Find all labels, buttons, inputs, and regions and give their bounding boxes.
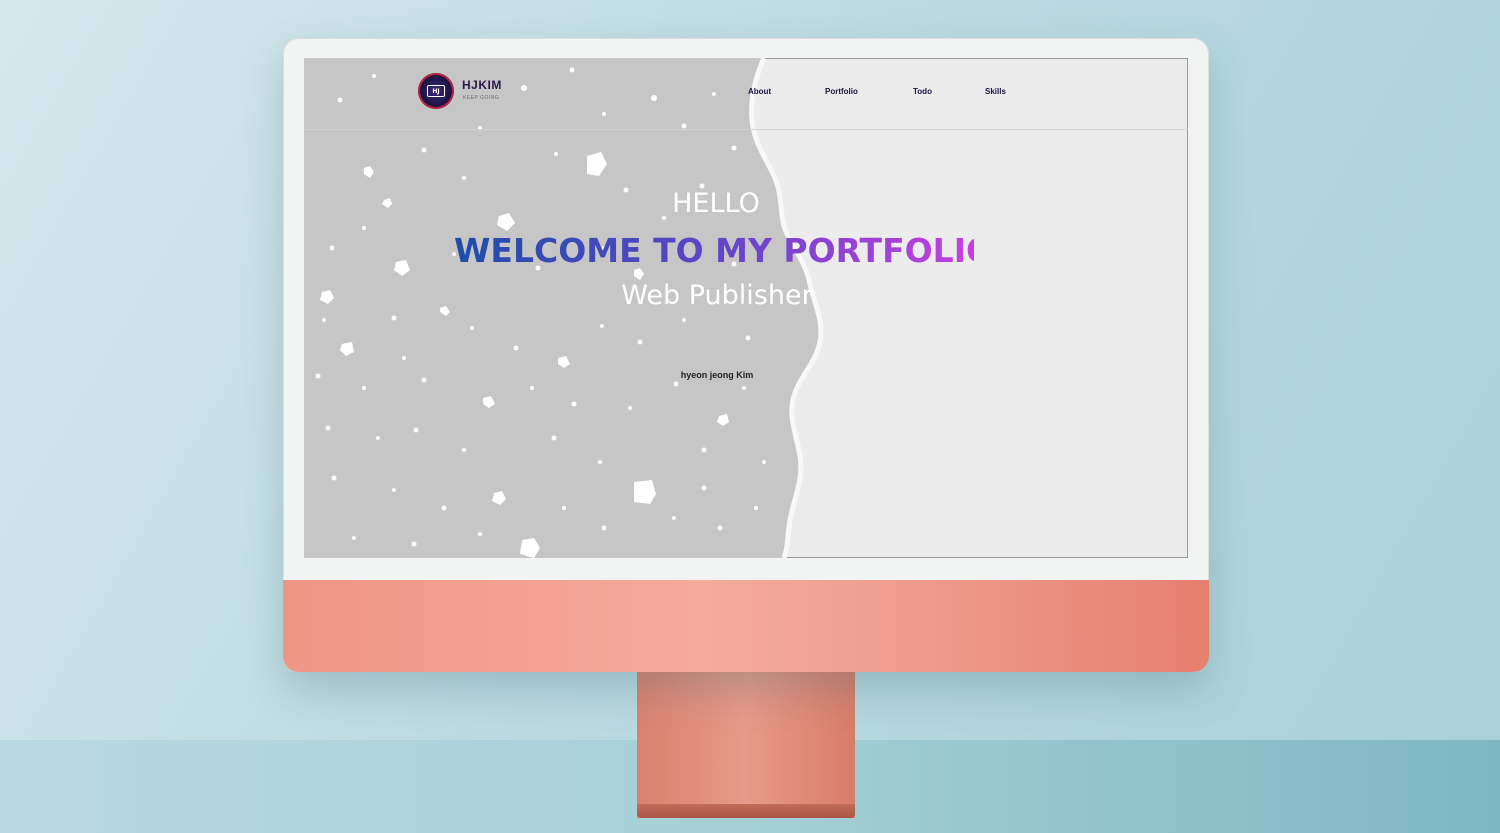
site-header: HJ HJKIM KEEP GOING About Portfolio Todo…	[304, 58, 1188, 130]
hero-greeting: HELLO	[672, 188, 760, 219]
hero-headline: WELCOME TO MY PORTFOLIO	[454, 231, 995, 270]
hero-role: Web Publisher	[621, 280, 813, 311]
nav-item-skills[interactable]: Skills	[985, 87, 1006, 96]
monitor: HJ HJKIM KEEP GOING About Portfolio Todo…	[283, 38, 1209, 672]
nav-item-about[interactable]: About	[748, 87, 771, 96]
logo-text[interactable]: HJKIM	[462, 78, 502, 92]
nav-item-todo[interactable]: Todo	[913, 87, 932, 96]
monitor-stand-foot	[637, 804, 855, 818]
website-screen: HJ HJKIM KEEP GOING About Portfolio Todo…	[304, 58, 1188, 558]
logo-icon[interactable]: HJ	[418, 73, 454, 109]
monitor-chin	[283, 580, 1209, 672]
monitor-stand	[637, 672, 855, 818]
hero-author-name: hyeon jeong Kim	[680, 370, 754, 380]
nav-item-portfolio[interactable]: Portfolio	[825, 87, 858, 96]
logo-tagline: KEEP GOING	[463, 95, 500, 101]
